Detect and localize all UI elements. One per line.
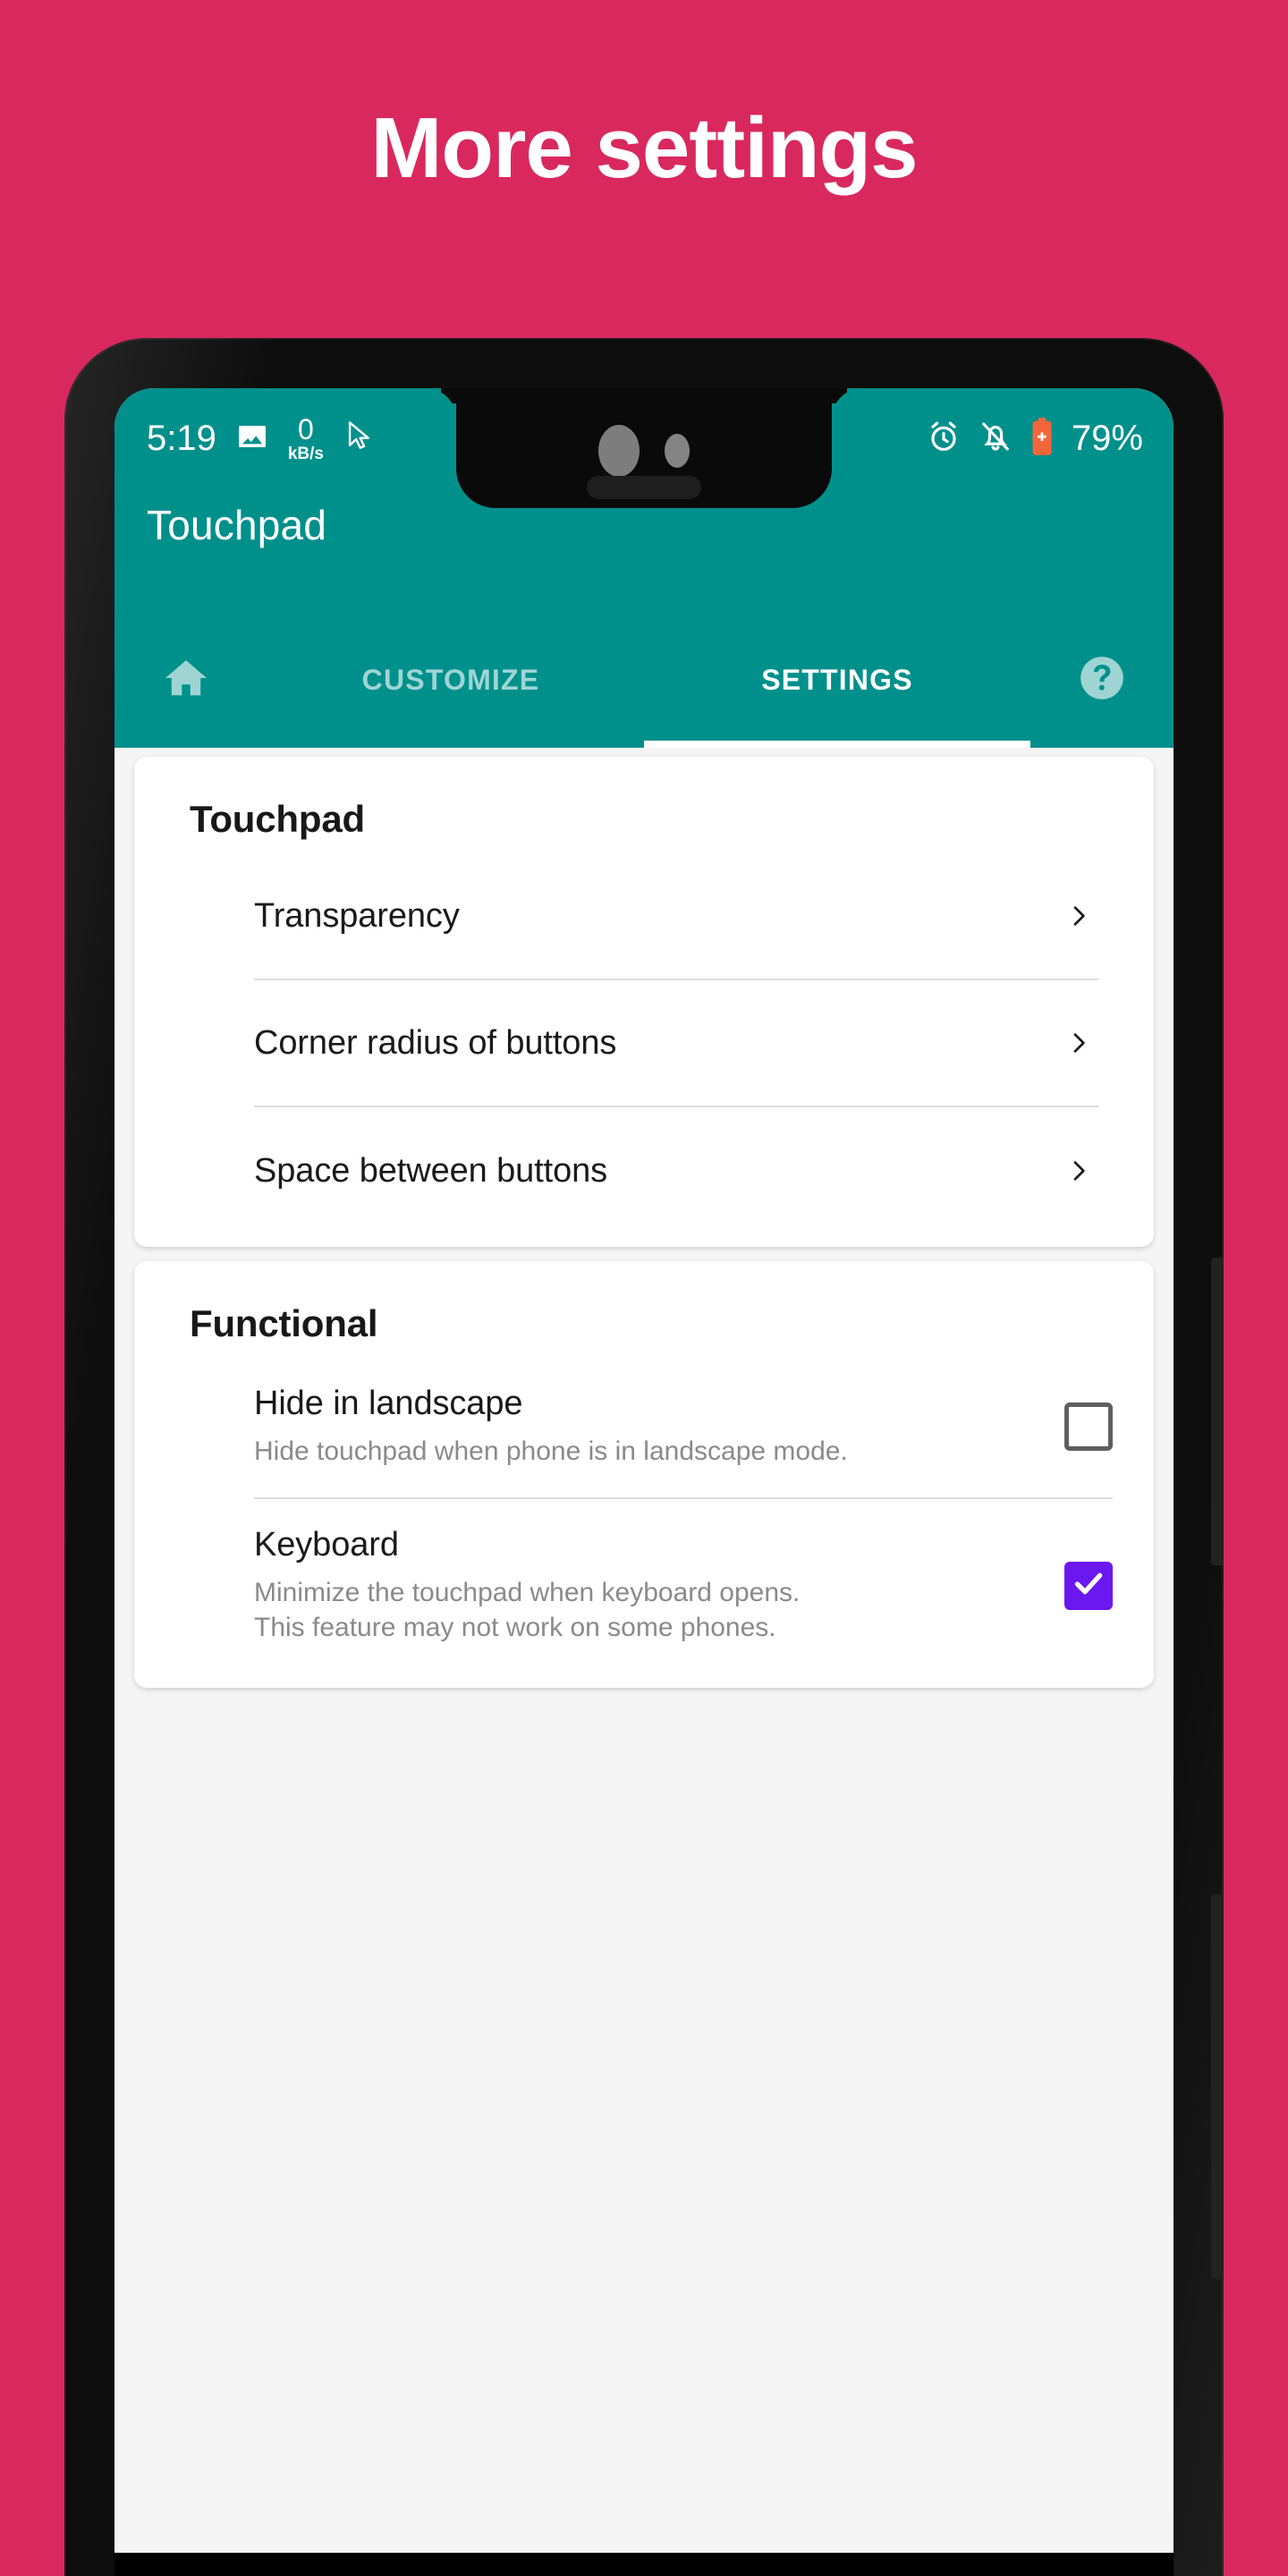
status-clock: 5:19 (147, 418, 216, 458)
checkbox-keyboard[interactable] (1064, 1561, 1113, 1610)
image-icon (236, 420, 268, 457)
list-item-subtitle: Minimize the touchpad when keyboard open… (254, 1578, 801, 1642)
tab-home[interactable] (114, 612, 258, 748)
page-title: More settings (370, 100, 918, 196)
list-item-keyboard[interactable]: Keyboard Minimize the touchpad when keyb… (254, 1499, 1113, 1675)
bell-off-icon (979, 419, 1013, 458)
tab-settings-label: SETTINGS (761, 663, 913, 696)
card-functional-title: Functional (190, 1302, 378, 1344)
navigation-bar (114, 2553, 1174, 2576)
list-item-transparency[interactable]: Transparency (254, 853, 1098, 980)
chevron-right-icon (1064, 902, 1093, 930)
battery-percent: 79% (1071, 418, 1143, 458)
card-touchpad-title: Touchpad (190, 798, 365, 840)
front-camera-main (598, 425, 640, 477)
power-button[interactable] (1211, 1894, 1224, 2279)
tab-settings[interactable]: SETTINGS (644, 612, 1030, 748)
phone-screen: 5:19 0 kB/s 79% Touchpad CUSTOMIZE SETTI… (114, 388, 1174, 2576)
cursor-icon (343, 419, 374, 458)
list-item-space-between-buttons[interactable]: Space between buttons (254, 1107, 1098, 1234)
settings-content[interactable]: Touchpad Transparency Corner radius of b… (114, 748, 1174, 2553)
status-bar-right: 79% (927, 417, 1143, 460)
alarm-icon (927, 419, 961, 458)
checkbox-hide-in-landscape[interactable] (1064, 1402, 1113, 1451)
status-bar-left: 5:19 0 kB/s (147, 415, 374, 462)
list-item-texts: Keyboard Minimize the touchpad when keyb… (254, 1526, 1038, 1645)
card-touchpad-rows: Transparency Corner radius of buttons Sp… (134, 853, 1154, 1234)
battery-charging-icon (1030, 417, 1054, 460)
volume-button[interactable] (1211, 1258, 1224, 1565)
check-icon (1071, 1565, 1106, 1606)
card-touchpad: Touchpad Transparency Corner radius of b… (134, 757, 1154, 1247)
phone-frame: 5:19 0 kB/s 79% Touchpad CUSTOMIZE SETTI… (64, 338, 1224, 2576)
list-item-label: Space between buttons (254, 1151, 608, 1190)
home-icon (162, 654, 210, 707)
list-item-subtitle: Hide touchpad when phone is in landscape… (254, 1436, 848, 1466)
phone-notch (456, 388, 832, 508)
list-item-title: Keyboard (254, 1526, 399, 1563)
front-camera-secondary (665, 434, 690, 468)
list-item-texts: Hide in landscape Hide touchpad when pho… (254, 1385, 1038, 1469)
card-functional-rows: Hide in landscape Hide touchpad when pho… (134, 1358, 1154, 1675)
list-item-label: Corner radius of buttons (254, 1023, 617, 1062)
network-speed-icon: 0 kB/s (288, 415, 324, 462)
card-functional: Functional Hide in landscape Hide touchp… (134, 1261, 1154, 1688)
tab-customize[interactable]: CUSTOMIZE (258, 612, 644, 748)
list-item-label: Transparency (254, 896, 460, 935)
network-speed-value: 0 (298, 412, 314, 445)
list-item-title: Hide in landscape (254, 1385, 523, 1422)
chevron-right-icon (1064, 1157, 1093, 1185)
chevron-right-icon (1064, 1029, 1093, 1057)
app-bar-title: Touchpad (147, 502, 327, 548)
list-item-corner-radius[interactable]: Corner radius of buttons (254, 980, 1098, 1107)
tab-bar: CUSTOMIZE SETTINGS (114, 612, 1174, 748)
tab-help[interactable] (1030, 612, 1174, 748)
tab-customize-label: CUSTOMIZE (361, 663, 540, 696)
list-item-hide-in-landscape[interactable]: Hide in landscape Hide touchpad when pho… (254, 1358, 1113, 1499)
help-circle-icon (1077, 653, 1127, 708)
tab-active-indicator (644, 741, 1030, 748)
network-speed-unit: kB/s (287, 444, 324, 463)
earpiece-speaker (587, 476, 701, 499)
